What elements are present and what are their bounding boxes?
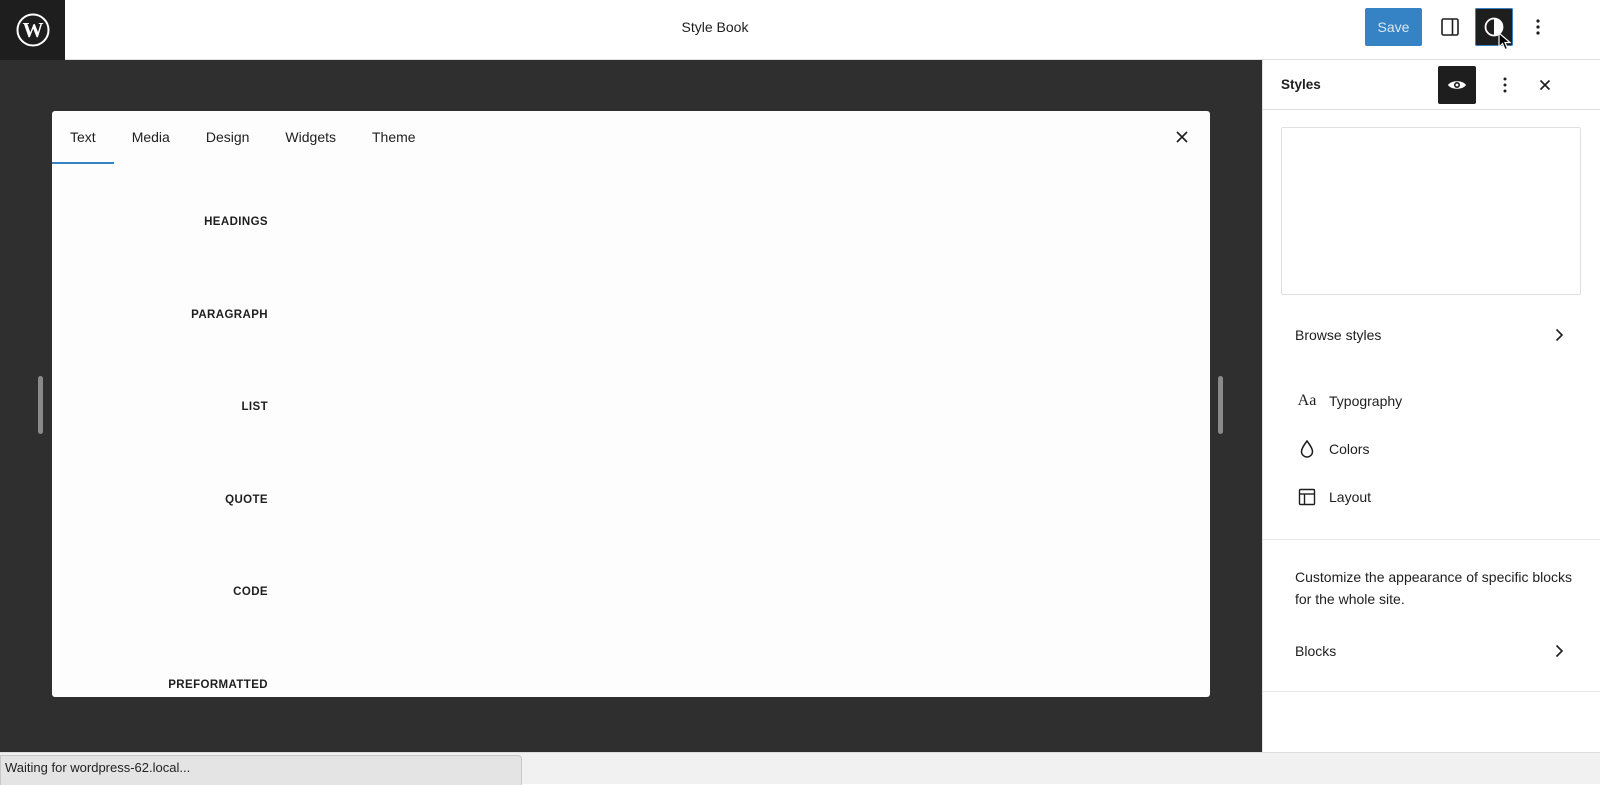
tab-design[interactable]: Design	[188, 111, 268, 164]
section-label-headings: HEADINGS	[204, 216, 268, 228]
section-label-quote: QUOTE	[225, 494, 268, 506]
tab-media[interactable]: Media	[114, 111, 188, 164]
loading-status-text: Waiting for wordpress-62.local...	[0, 755, 522, 785]
eye-icon	[1448, 81, 1466, 89]
editor-header: W Style Book Save	[0, 0, 1600, 60]
styles-toggle-button[interactable]	[1475, 8, 1513, 51]
nav-colors[interactable]: Colors	[1281, 429, 1581, 469]
tab-widgets[interactable]: Widgets	[267, 111, 354, 164]
section-label-list: LIST	[241, 401, 268, 413]
blocks-label: Blocks	[1295, 643, 1337, 659]
settings-sidebar-toggle[interactable]	[1431, 8, 1469, 46]
layout-icon	[1295, 485, 1319, 509]
save-button[interactable]: Save	[1365, 8, 1422, 46]
panel-divider	[1263, 691, 1600, 692]
vertical-ellipsis-icon	[1536, 19, 1540, 35]
panel-divider	[1263, 539, 1600, 540]
section-label-preformatted: PREFORMATTED	[168, 679, 268, 691]
chevron-right-icon	[1555, 644, 1564, 658]
options-menu-button[interactable]	[1519, 8, 1557, 46]
tab-text[interactable]: Text	[52, 111, 114, 164]
colors-droplet-icon	[1295, 437, 1319, 461]
nav-colors-label: Colors	[1329, 441, 1370, 457]
nav-typography-label: Typography	[1329, 393, 1403, 409]
typography-icon: Aa	[1297, 392, 1317, 409]
tab-theme[interactable]: Theme	[354, 111, 434, 164]
sidebar-icon	[1441, 18, 1459, 36]
style-book-panel: Text Media Design Widgets Theme HEADINGS…	[52, 111, 1210, 697]
document-title[interactable]: Style Book	[0, 0, 1430, 60]
nav-layout[interactable]: Layout	[1281, 477, 1581, 517]
browse-styles-label: Browse styles	[1295, 327, 1382, 343]
vertical-ellipsis-icon	[1503, 77, 1507, 93]
close-icon	[1539, 79, 1551, 91]
style-book-tabs: Text Media Design Widgets Theme	[52, 111, 434, 164]
blocks-description: Customize the appearance of specific blo…	[1295, 569, 1573, 607]
browse-styles-button[interactable]: Browse styles	[1281, 315, 1581, 355]
canvas-resize-handle-left[interactable]	[38, 376, 43, 434]
browser-status-bar: Waiting for wordpress-62.local...	[0, 752, 1600, 785]
mouse-cursor-icon	[1498, 32, 1512, 51]
nav-layout-label: Layout	[1329, 489, 1372, 505]
close-icon	[1176, 131, 1188, 143]
nav-typography[interactable]: Aa Typography	[1281, 381, 1581, 421]
styles-sidebar: Styles Browse styles Aa Typography Color…	[1262, 60, 1600, 752]
section-label-code: CODE	[233, 586, 268, 598]
styles-more-actions-button[interactable]	[1486, 66, 1524, 104]
close-styles-button[interactable]	[1526, 66, 1564, 104]
blocks-button[interactable]: Blocks	[1281, 631, 1581, 671]
editor-canvas: Text Media Design Widgets Theme HEADINGS…	[0, 60, 1262, 752]
canvas-resize-handle-right[interactable]	[1218, 376, 1223, 434]
style-variation-preview[interactable]	[1281, 127, 1581, 295]
section-label-paragraph: PARAGRAPH	[191, 309, 268, 321]
style-book-close-button[interactable]	[1170, 125, 1194, 149]
style-book-toggle-button[interactable]	[1438, 66, 1476, 104]
panel-title: Styles	[1281, 77, 1321, 92]
styles-sidebar-header: Styles	[1263, 60, 1600, 110]
chevron-right-icon	[1555, 328, 1564, 342]
